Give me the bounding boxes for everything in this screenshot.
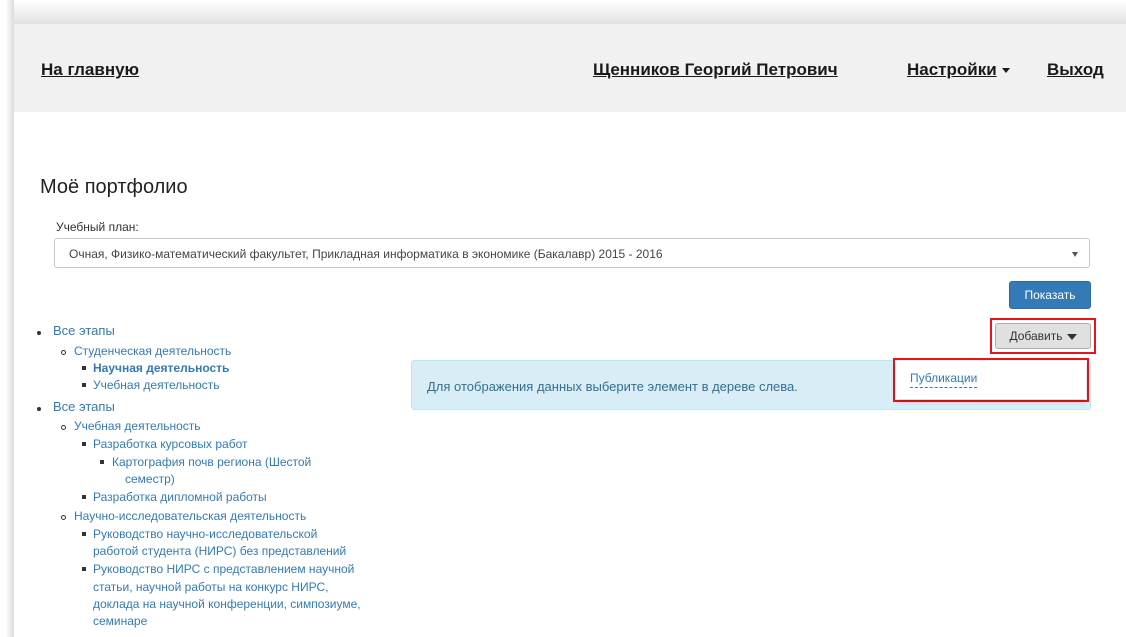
window-frame-left: [0, 0, 14, 637]
page-title: Моё портфолио: [40, 176, 188, 198]
bullet-icon: [61, 350, 66, 355]
info-message: Для отображения данных выберите элемент …: [427, 379, 798, 394]
logout-link[interactable]: Выход: [1047, 60, 1104, 80]
bullet-icon: [82, 442, 86, 446]
tree-item-nirs-with-presentation-cont[interactable]: статьи, научной работы на конкурс НИРС,: [93, 580, 328, 594]
tree-item-soil-cartography-cont[interactable]: семестр): [125, 472, 175, 486]
bullet-icon: [82, 567, 86, 571]
dropdown-item-publications[interactable]: Публикации: [910, 371, 978, 388]
tree-item-educational-activity[interactable]: Учебная деятельность: [74, 419, 201, 433]
tree-item-coursework[interactable]: Разработка курсовых работ: [93, 437, 248, 451]
study-plan-select[interactable]: Очная, Физико-математический факультет, …: [54, 238, 1090, 268]
settings-label: Настройки: [907, 60, 997, 79]
tree-item-all-stages[interactable]: Все этапы: [53, 324, 115, 338]
caret-down-icon: [1001, 68, 1010, 74]
tree-item-nirs-with-presentation[interactable]: Руководство НИРС с представлением научно…: [93, 562, 354, 576]
tree-item-diploma[interactable]: Разработка дипломной работы: [93, 490, 267, 504]
home-link[interactable]: На главную: [41, 60, 139, 80]
tree-item-student-activity[interactable]: Студенческая деятельность: [74, 344, 231, 358]
show-button[interactable]: Показать: [1009, 281, 1091, 309]
tree-item-scientific-activity[interactable]: Научная деятельность: [93, 361, 229, 375]
bullet-icon: [82, 495, 86, 499]
settings-dropdown[interactable]: Настройки: [907, 60, 1010, 80]
add-button-highlight: Добавить: [990, 318, 1096, 354]
select-arrow-icon: [1072, 252, 1078, 257]
bullet-icon: [82, 532, 86, 536]
bullet-icon: [61, 425, 66, 430]
dropdown-highlight: Публикации: [893, 358, 1089, 402]
tree-item-research-activity[interactable]: Научно-исследовательская деятельность: [74, 509, 306, 523]
top-navbar: На главную Щенников Георгий Петрович Нас…: [14, 24, 1126, 112]
tree-item-soil-cartography[interactable]: Картография почв региона (Шестой: [112, 455, 311, 469]
tree-item-educational-activity[interactable]: Учебная деятельность: [93, 378, 220, 392]
add-dropdown-button[interactable]: Добавить: [995, 323, 1091, 349]
tree-item-nirs-no-presentation[interactable]: Руководство научно-исследовательской: [93, 527, 317, 541]
tree-item-nirs-with-presentation-cont[interactable]: доклада на научной конференции, симпозиу…: [93, 597, 361, 611]
bullet-icon: [100, 460, 104, 464]
study-plan-value: Очная, Физико-математический факультет, …: [69, 247, 663, 261]
bullet-icon: [82, 383, 86, 387]
bullet-icon: [37, 331, 41, 335]
tree-item-nirs-no-presentation-cont[interactable]: работой студента (НИРС) без представлени…: [93, 544, 346, 558]
window-frame-top: [0, 0, 1126, 24]
tree-item-nirs-with-presentation-cont[interactable]: семинаре: [93, 614, 147, 628]
add-button-label: Добавить: [1009, 329, 1063, 343]
bullet-icon: [37, 407, 41, 411]
study-plan-label: Учебный план:: [56, 220, 139, 234]
bullet-icon: [82, 366, 86, 370]
tree-item-all-stages[interactable]: Все этапы: [53, 400, 115, 414]
add-dropdown-menu: Публикации: [896, 361, 1086, 399]
user-profile-link[interactable]: Щенников Георгий Петрович: [593, 60, 838, 80]
caret-down-icon: [1066, 333, 1077, 340]
bullet-icon: [61, 515, 66, 520]
